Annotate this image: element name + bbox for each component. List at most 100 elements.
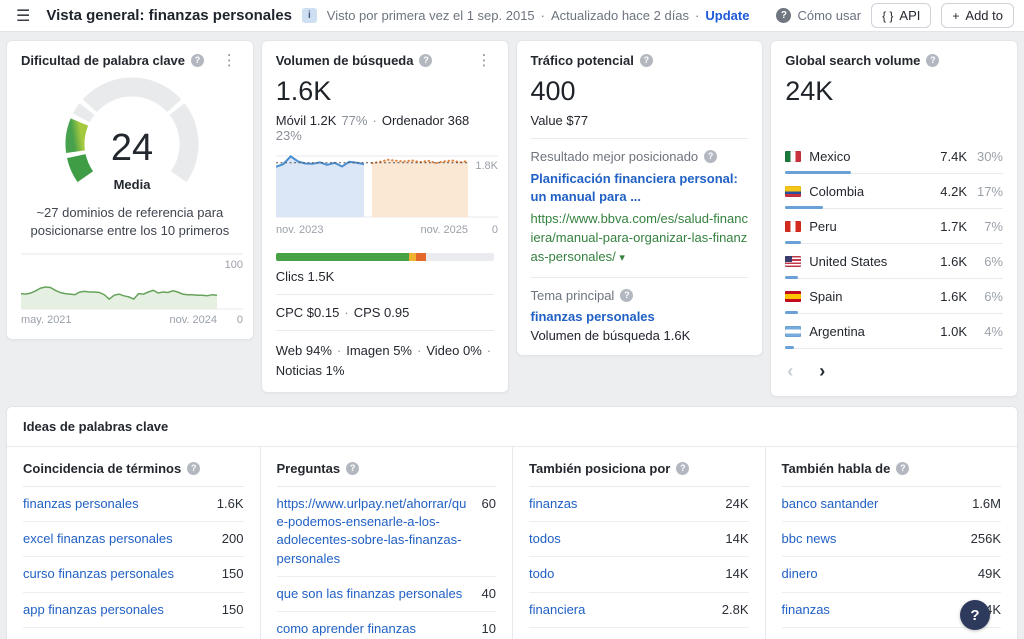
keyword-link[interactable]: que son las finanzas personales xyxy=(277,585,463,603)
braces-icon: { } xyxy=(882,9,893,23)
keyword-volume: 10 xyxy=(482,620,496,638)
flag-colombia-icon xyxy=(785,186,801,197)
dot-separator: · xyxy=(337,341,341,361)
difficulty-history-chart: 100 may. 2021 nov. 2024 0 xyxy=(21,251,243,327)
country-link[interactable]: Spain xyxy=(809,289,842,304)
next-page-icon[interactable]: › xyxy=(819,361,825,382)
prev-page-icon[interactable]: ‹ xyxy=(787,361,793,382)
keyword-link[interactable]: dinero xyxy=(782,565,818,583)
mobile-pct: 77% xyxy=(341,113,367,128)
top-result-title-link[interactable]: Planificación financiera personal: un ma… xyxy=(531,170,749,206)
keyword-row: finanzas personales1.6K xyxy=(529,628,749,639)
keyword-link[interactable]: curso finanzas personales xyxy=(23,565,174,583)
parent-topic-label: Tema principal xyxy=(531,288,615,303)
keyword-link[interactable]: todo xyxy=(529,565,554,583)
keyword-link[interactable]: como aprender finanzas personales xyxy=(277,620,472,639)
also-ranks-column: También posiciona por ? finanzas24K todo… xyxy=(512,447,765,639)
clicks-split-bar xyxy=(276,253,494,261)
y-axis-max-label: 1.8K xyxy=(475,160,498,172)
keyword-row: objetivos18K xyxy=(782,628,1002,639)
update-link[interactable]: Update xyxy=(705,8,749,23)
keyword-link[interactable]: banco santander xyxy=(782,495,879,513)
help-icon[interactable]: ? xyxy=(676,462,689,475)
paid-clicks-segment xyxy=(409,253,417,261)
country-volume: 1.7K xyxy=(940,219,967,234)
country-link[interactable]: Peru xyxy=(809,219,836,234)
keyword-row: excel finanzas personales 200 xyxy=(23,522,244,557)
country-row: Mexico 7.4K30% xyxy=(785,139,1003,174)
top-result-url[interactable]: https://www.bbva.com/es/salud-financiera… xyxy=(531,210,749,267)
info-badge[interactable]: i xyxy=(302,8,317,23)
search-volume-card: Volumen de búsqueda ? ⋮ 1.6K Móvil 1.2K … xyxy=(261,40,509,393)
country-pagination: ‹ › xyxy=(785,349,1003,384)
help-icon[interactable]: ? xyxy=(704,150,717,163)
traffic-dollar-value: Value $77 xyxy=(531,113,749,128)
help-icon[interactable]: ? xyxy=(419,54,432,67)
hamburger-menu-icon[interactable]: ☰ xyxy=(10,6,36,26)
keyword-row: financiera2.8K xyxy=(529,593,749,628)
country-link[interactable]: Colombia xyxy=(809,184,864,199)
difficulty-card-title: Dificultad de palabra clave xyxy=(21,53,185,68)
dot-separator: · xyxy=(344,305,348,320)
column-title: También habla de xyxy=(782,461,891,476)
help-icon[interactable]: ? xyxy=(191,54,204,67)
keyword-link[interactable]: financiera xyxy=(529,601,585,619)
other-clicks-segment xyxy=(416,253,426,261)
keyword-link[interactable]: finanzas xyxy=(782,601,830,619)
country-volume: 4.2K xyxy=(940,184,967,199)
top-result-label-row: Resultado mejor posicionado ? xyxy=(531,149,749,164)
clicks-value: Clics 1.5K xyxy=(276,269,494,284)
parent-topic-link[interactable]: finanzas personales xyxy=(531,309,749,324)
keyword-link[interactable]: excel finanzas personales xyxy=(23,530,173,548)
keyword-link[interactable]: todos xyxy=(529,530,561,548)
country-link[interactable]: Mexico xyxy=(809,149,850,164)
help-icon[interactable]: ? xyxy=(926,54,939,67)
x-axis-start-label: nov. 2023 xyxy=(276,224,324,236)
add-to-button[interactable]: + Add to xyxy=(941,3,1014,28)
difficulty-description: ~27 dominios de referencia para posicion… xyxy=(21,204,239,239)
desktop-pct: 23% xyxy=(276,128,302,143)
country-link[interactable]: Argentina xyxy=(809,324,865,339)
keyword-row: todo14K xyxy=(529,557,749,592)
global-card-title: Global search volume xyxy=(785,53,920,68)
keyword-link[interactable]: bbc news xyxy=(782,530,837,548)
country-volume: 1.6K xyxy=(940,254,967,269)
help-fab-button[interactable]: ? xyxy=(960,600,990,630)
country-share-bar xyxy=(785,346,794,349)
top-result-label: Resultado mejor posicionado xyxy=(531,149,699,164)
help-icon[interactable]: ? xyxy=(640,54,653,67)
help-icon[interactable]: ? xyxy=(346,462,359,475)
api-label: API xyxy=(899,8,920,23)
how-to-use-label: Cómo usar xyxy=(797,8,861,23)
keyword-row: finanzas personales1.6K xyxy=(23,487,244,522)
keyword-volume: 200 xyxy=(222,530,244,548)
keyword-link[interactable]: finanzas xyxy=(529,495,577,513)
country-share: 6% xyxy=(967,289,1003,304)
kebab-menu-icon[interactable]: ⋮ xyxy=(475,53,494,68)
parent-topic-volume: Volumen de búsqueda 1.6K xyxy=(531,328,749,343)
dot-separator: · xyxy=(487,341,491,361)
country-link[interactable]: United States xyxy=(809,254,887,269)
keyword-link[interactable]: app finanzas personales xyxy=(23,601,164,619)
volume-card-title: Volumen de búsqueda xyxy=(276,53,414,68)
keyword-link[interactable]: https://www.urlpay.net/ahorrar/que-podem… xyxy=(277,495,472,568)
metric-cards-row: Dificultad de palabra clave ? ⋮ 24 Media… xyxy=(6,40,1018,397)
help-icon[interactable]: ? xyxy=(896,462,909,475)
how-to-use-button[interactable]: ? Cómo usar xyxy=(776,8,861,23)
keyword-volume: 40 xyxy=(482,585,496,603)
traffic-value: 400 xyxy=(531,76,749,107)
x-axis-end-label: nov. 2025 xyxy=(420,224,468,236)
caret-down-icon[interactable]: ▾ xyxy=(619,252,625,264)
api-button[interactable]: { } API xyxy=(871,3,931,28)
kebab-menu-icon[interactable]: ⋮ xyxy=(220,53,239,68)
help-icon[interactable]: ? xyxy=(187,462,200,475)
keyword-link[interactable]: finanzas personales xyxy=(23,495,139,513)
country-share: 6% xyxy=(967,254,1003,269)
mobile-volume: Móvil 1.2K xyxy=(276,113,337,128)
country-volume: 1.0K xyxy=(940,324,967,339)
keyword-row: plantilla excel finanzas personales100 xyxy=(23,628,244,639)
dot-separator: · xyxy=(541,8,545,23)
help-icon[interactable]: ? xyxy=(620,289,633,302)
page-title: Vista general: finanzas personales xyxy=(46,7,292,24)
keyword-row: finanzas24K xyxy=(529,487,749,522)
